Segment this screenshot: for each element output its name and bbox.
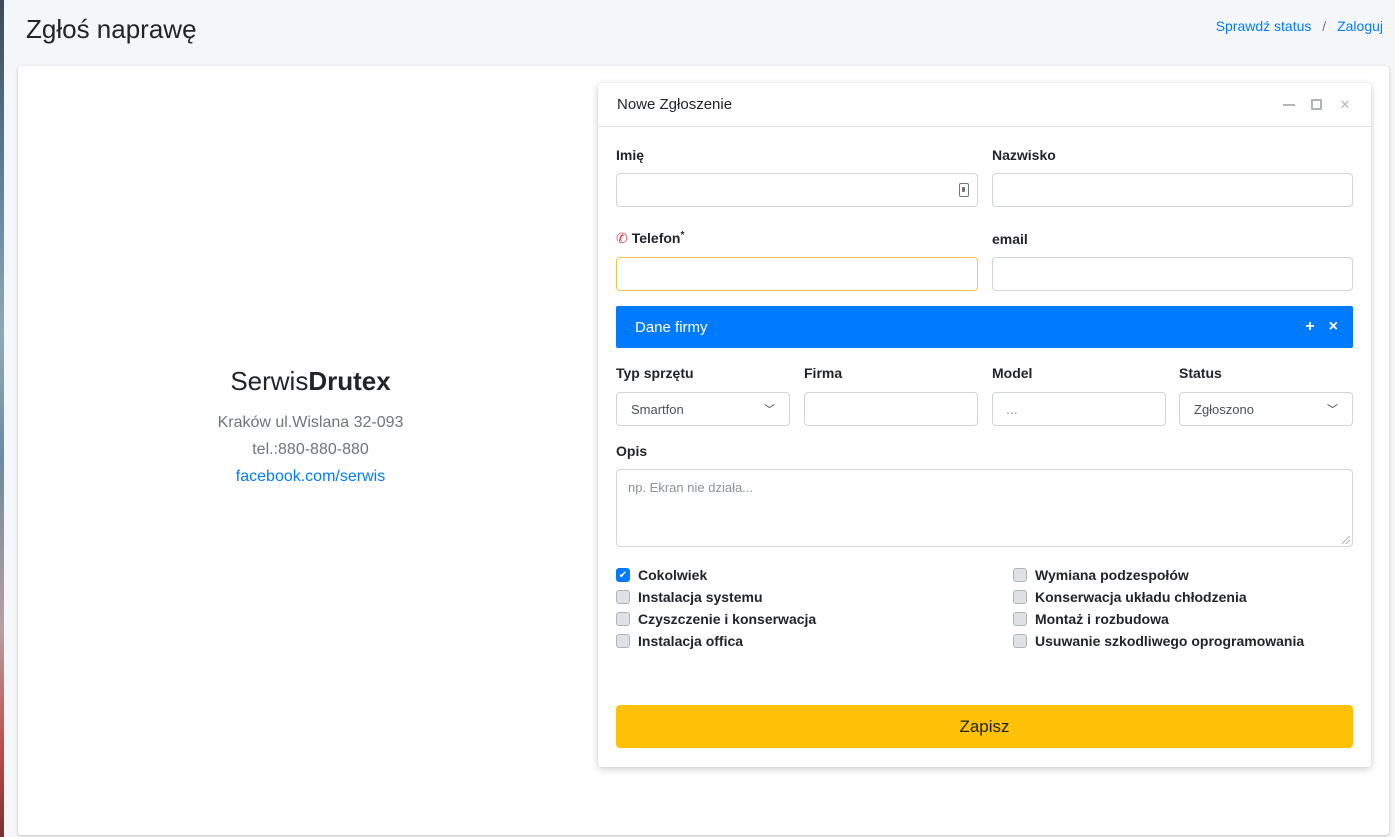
company-input[interactable]	[804, 392, 978, 426]
card-title: Nowe Zgłoszenie	[617, 96, 733, 113]
login-link[interactable]: Zaloguj	[1337, 18, 1383, 34]
plus-icon[interactable]: +	[1305, 318, 1314, 336]
model-placeholder: ...	[1006, 401, 1018, 417]
checkbox-label: Montaż i rozbudowa	[1035, 611, 1169, 627]
checkbox-row[interactable]: Czyszczenie i konserwacja	[616, 608, 816, 630]
checkbox-row[interactable]: Usuwanie szkodliwego oprogramowania	[1013, 630, 1304, 652]
status-label: Status	[1179, 365, 1222, 381]
status-select[interactable]: Zgłoszono ﹀	[1179, 392, 1353, 426]
section-tools: + ×	[1305, 318, 1338, 336]
email-label: email	[992, 231, 1028, 247]
company-info: SerwisDrutex Kraków ul.Wislana 32-093 te…	[168, 366, 453, 490]
page-title: Zgłoś naprawę	[26, 14, 197, 44]
checkbox-label: Cokolwiek	[638, 567, 708, 583]
services-column-right: Wymiana podzespołów Konserwacja układu c…	[1013, 564, 1304, 652]
email-input[interactable]	[992, 257, 1353, 291]
last-name-input[interactable]	[992, 173, 1353, 207]
section-close-icon[interactable]: ×	[1329, 318, 1338, 336]
checkbox-row[interactable]: Instalacja systemu	[616, 586, 816, 608]
phone-icon: ✆	[616, 230, 628, 246]
checkbox[interactable]	[616, 634, 630, 648]
company-address: Kraków ul.Wislana 32-093	[217, 414, 404, 431]
description-placeholder: np. Ekran nie działa...	[628, 480, 754, 495]
device-type-value: Smartfon	[631, 401, 684, 417]
company-name-bold: Drutex	[308, 366, 391, 396]
section-title: Dane firmy	[635, 318, 708, 336]
company-data-section-header: Dane firmy + ×	[616, 306, 1353, 348]
device-type-select[interactable]: Smartfon ﹀	[616, 392, 790, 426]
checkbox[interactable]	[1013, 568, 1027, 582]
checkbox[interactable]	[1013, 612, 1027, 626]
device-type-label: Typ sprzętu	[616, 365, 694, 381]
checkbox[interactable]	[1013, 634, 1027, 648]
card-header: Nowe Zgłoszenie ✕	[598, 83, 1371, 127]
phone-label: ✆ Telefon*	[616, 230, 684, 247]
check-status-link[interactable]: Sprawdź status	[1216, 18, 1312, 34]
phone-input[interactable]	[616, 257, 978, 291]
company-label: Firma	[804, 365, 843, 381]
checkbox-row[interactable]: Montaż i rozbudowa	[1013, 608, 1304, 630]
model-label: Model	[992, 365, 1033, 381]
checkbox-label: Instalacja systemu	[638, 589, 763, 605]
checkbox-row[interactable]: Konserwacja układu chłodzenia	[1013, 586, 1304, 608]
checkbox-label: Usuwanie szkodliwego oprogramowania	[1035, 633, 1305, 649]
checkbox[interactable]	[616, 612, 630, 626]
close-icon[interactable]: ✕	[1338, 97, 1352, 113]
phone-label-text: Telefon	[631, 230, 681, 246]
breadcrumb: Sprawdź status / Zaloguj	[1216, 18, 1383, 34]
new-ticket-card: Nowe Zgłoszenie ✕ Imię Nazwisko ✆ Telefon…	[598, 83, 1371, 767]
checkbox-label: Instalacja offica	[638, 633, 744, 649]
checkbox[interactable]	[616, 590, 630, 604]
facebook-link[interactable]: facebook.com/serwis	[168, 463, 453, 490]
window-edge-strip	[0, 0, 4, 837]
status-value: Zgłoszono	[1194, 401, 1254, 417]
company-name-light: Serwis	[230, 366, 309, 396]
services-column-left: ✔ Cokolwiek Instalacja systemu Czyszczen…	[616, 564, 816, 652]
description-textarea[interactable]: np. Ekran nie działa...	[616, 469, 1353, 547]
save-button[interactable]: Zapisz	[616, 705, 1353, 748]
checkbox[interactable]	[1013, 590, 1027, 604]
main-card: SerwisDrutex Kraków ul.Wislana 32-093 te…	[18, 66, 1389, 835]
first-name-label: Imię	[616, 147, 645, 163]
first-name-input[interactable]	[616, 173, 978, 207]
last-name-label: Nazwisko	[992, 147, 1056, 163]
required-marker: *	[680, 230, 685, 241]
chevron-down-icon: ﹀	[764, 404, 775, 416]
card-tools: ✕	[1283, 97, 1352, 113]
expand-icon[interactable]	[1311, 99, 1322, 110]
resize-handle-icon[interactable]	[1342, 536, 1350, 544]
company-name: SerwisDrutex	[168, 366, 453, 397]
chevron-down-icon: ﹀	[1327, 404, 1338, 416]
checkbox-label: Czyszczenie i konserwacja	[638, 611, 817, 627]
checkbox-label: Konserwacja układu chłodzenia	[1035, 589, 1247, 605]
checkbox-row[interactable]: Wymiana podzespołów	[1013, 564, 1304, 586]
checkbox-label: Wymiana podzespołów	[1035, 567, 1189, 583]
checkbox-row[interactable]: Instalacja offica	[616, 630, 816, 652]
minus-icon[interactable]	[1283, 103, 1295, 106]
breadcrumb-separator: /	[1322, 18, 1327, 34]
contact-card-icon[interactable]	[959, 183, 969, 197]
description-label: Opis	[616, 443, 648, 459]
company-phone: tel.:880-880-880	[252, 441, 369, 458]
checkbox-checked[interactable]: ✔	[616, 568, 630, 582]
model-input[interactable]: ...	[992, 392, 1166, 426]
checkbox-row[interactable]: ✔ Cokolwiek	[616, 564, 816, 586]
